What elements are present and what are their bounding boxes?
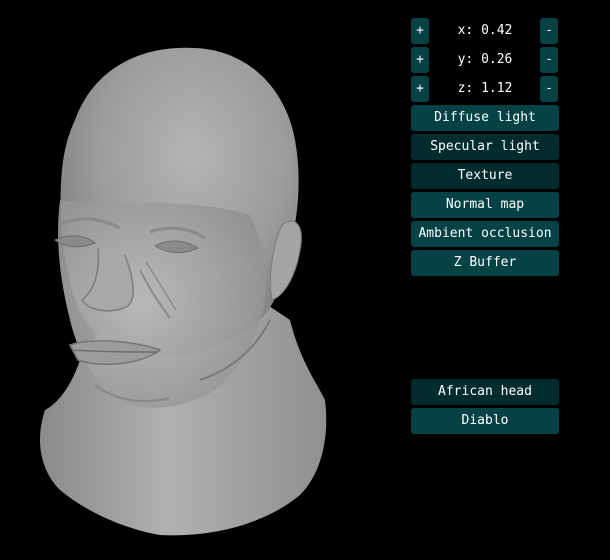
x-value-label: x: 0.42	[457, 23, 513, 38]
ambient-occlusion-button[interactable]: Ambient occlusion	[411, 221, 559, 247]
z-value-label: z: 1.12	[457, 81, 513, 96]
x-decrease-button[interactable]: -	[540, 18, 558, 44]
y-increase-button[interactable]: +	[411, 47, 429, 73]
z-increase-button[interactable]: +	[411, 76, 429, 102]
x-increase-button[interactable]: +	[411, 18, 429, 44]
z-decrease-button[interactable]: -	[540, 76, 558, 102]
render-viewport[interactable]	[0, 0, 400, 560]
african-head-model-button[interactable]: African head	[411, 379, 559, 405]
rendered-head-model	[40, 47, 327, 536]
normal-map-button[interactable]: Normal map	[411, 192, 559, 218]
y-decrease-button[interactable]: -	[540, 47, 558, 73]
z-buffer-button[interactable]: Z Buffer	[411, 250, 559, 276]
y-value-label: y: 0.26	[457, 52, 513, 67]
renderer-window: + x: 0.42 - + y: 0.26 - + z: 1.12 - Diff…	[0, 0, 610, 560]
diffuse-light-button[interactable]: Diffuse light	[411, 105, 559, 131]
specular-light-button[interactable]: Specular light	[411, 134, 559, 160]
texture-button[interactable]: Texture	[411, 163, 559, 189]
diablo-model-button[interactable]: Diablo	[411, 408, 559, 434]
